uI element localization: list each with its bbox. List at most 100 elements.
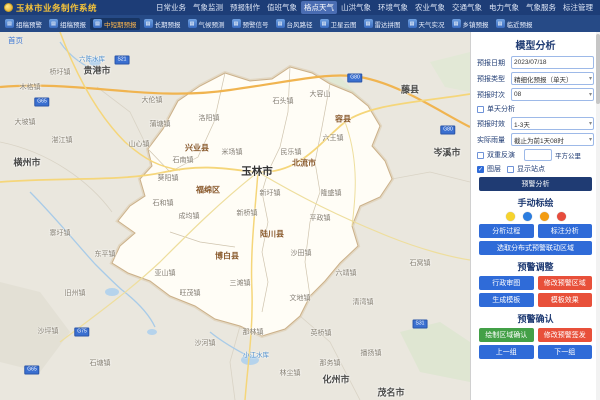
forecast-time-label: 预报时次 (477, 90, 511, 100)
toolbar-tab-label: 组稿预报 (60, 19, 86, 29)
nav-item-3[interactable]: 值班气象 (264, 1, 300, 14)
draw-color-dot-3[interactable] (557, 212, 566, 221)
buffer-unit: 平方公里 (555, 150, 581, 160)
nav-item-11[interactable]: 标注管理 (560, 1, 596, 14)
confirm-draw-button[interactable]: 绘制区域确认 (479, 328, 534, 342)
chevron-down-icon: ▾ (589, 136, 592, 143)
region-button-row: 选取分布式预警联动区域 (477, 241, 594, 255)
nav-item-6[interactable]: 环境气象 (375, 1, 411, 14)
validity-select[interactable]: 1-3天 ▾ (511, 117, 594, 130)
buffer-row: 双重反演 平方公里 (477, 149, 594, 161)
analyze-row: 预警分析 (477, 177, 594, 191)
toolbar-tab-7[interactable]: ▤卫星云图 (317, 18, 360, 30)
buffer-checkbox[interactable] (477, 152, 484, 159)
draw-color-dot-2[interactable] (540, 212, 549, 221)
document-icon: ▤ (320, 19, 329, 28)
toolbar-tab-1[interactable]: ▤组稿预报 (46, 18, 89, 30)
layer-checkbox[interactable] (477, 166, 484, 173)
toolbar-tab-3[interactable]: ▤长期预报 (141, 18, 184, 30)
toolbar-tab-11[interactable]: ▤临近预报 (493, 18, 536, 30)
toolbar-tab-2[interactable]: ▤中短期预报 (90, 18, 140, 30)
toolbar-tab-label: 组稿预警 (16, 19, 42, 29)
toolbar-tab-label: 雷达拼图 (375, 19, 401, 29)
next-group-button[interactable]: 下一组 (538, 345, 593, 359)
analysis-process-button[interactable]: 分析过程 (479, 224, 534, 238)
road-shield-icon: G75 (74, 328, 89, 337)
nav-item-4[interactable]: 格点天气 (301, 1, 337, 14)
warning-analyze-button[interactable]: 预警分析 (479, 177, 592, 191)
nav-item-8[interactable]: 交通气象 (449, 1, 485, 14)
forecast-time-value: 08 (514, 91, 521, 98)
app-logo-icon (4, 3, 13, 12)
single-day-checkbox[interactable] (477, 106, 484, 113)
panel-scrollbar-thumb[interactable] (596, 34, 600, 104)
chevron-down-icon: ▾ (589, 75, 592, 82)
toolbar-tab-10[interactable]: ▤乡镇预报 (449, 18, 492, 30)
base-map (0, 32, 470, 400)
draw-color-dot-0[interactable] (506, 212, 515, 221)
nav-item-0[interactable]: 日常业务 (153, 1, 189, 14)
toolbar-tab-4[interactable]: ▤气候预测 (185, 18, 228, 30)
document-icon: ▤ (232, 19, 241, 28)
app-logo: 玉林市业务制作系统 (4, 2, 97, 14)
module-toolbar: ▤组稿预警▤组稿预报▤中短期预报▤长期预报▤气候预测▤预警信号▤台风路径▤卫星云… (0, 15, 600, 32)
chevron-down-icon: ▾ (589, 91, 592, 98)
single-day-row: 单天分析 (477, 104, 594, 114)
forecast-date-label: 预报日期 (477, 58, 511, 68)
forecast-date-input[interactable]: 2023/07/18 (511, 56, 594, 69)
layer-label: 图层 (487, 164, 501, 174)
toolbar-tab-6[interactable]: ▤台风路径 (273, 18, 316, 30)
breadcrumb[interactable]: 首页 (8, 35, 23, 46)
document-icon: ▤ (452, 19, 461, 28)
draw-colors (471, 212, 600, 221)
draw-color-dot-1[interactable] (523, 212, 532, 221)
nav-item-1[interactable]: 气象监测 (190, 1, 226, 14)
map-canvas[interactable]: 首页 (0, 32, 470, 400)
forecast-type-label: 预报类型 (477, 74, 511, 84)
linked-region-button[interactable]: 选取分布式预警联动区域 (479, 241, 592, 255)
forecast-time-row: 预报时次 08 ▾ (477, 88, 594, 101)
rain-select[interactable]: 截止为前1天08时 ▾ (511, 133, 594, 146)
buffer-label: 双重反演 (487, 150, 515, 160)
prev-group-button[interactable]: 上一组 (479, 345, 534, 359)
road-shield-icon: S31 (413, 320, 428, 329)
toolbar-tab-9[interactable]: ▤天气实况 (405, 18, 448, 30)
rain-label: 实际雨量 (477, 135, 511, 145)
app-title: 玉林市业务制作系统 (16, 2, 97, 14)
content-area: 首页 (0, 32, 600, 400)
template-effect-button[interactable]: 模板效果 (538, 293, 593, 307)
road-shield-icon: G80 (440, 126, 455, 135)
toolbar-tab-0[interactable]: ▤组稿预警 (2, 18, 45, 30)
validity-row: 预报时效 1-3天 ▾ (477, 117, 594, 130)
layers-row: 图层 显示站点 (477, 164, 594, 174)
modify-issue-button[interactable]: 修改预警签发 (538, 328, 593, 342)
nav-item-7[interactable]: 农业气象 (412, 1, 448, 14)
admin-review-button[interactable]: 行政审图 (479, 276, 534, 290)
panel-scrollbar (596, 32, 600, 400)
nav-item-9[interactable]: 电力气象 (486, 1, 522, 14)
toolbar-tab-5[interactable]: ▤预警信号 (229, 18, 272, 30)
rain-value: 截止为前1天08时 (514, 135, 564, 145)
panel-title: 模型分析 (471, 37, 600, 52)
modify-region-button[interactable]: 修改预警区域 (538, 276, 593, 290)
generate-template-button[interactable]: 生成模板 (479, 293, 534, 307)
document-icon: ▤ (276, 19, 285, 28)
forecast-type-select[interactable]: 精细化预报（单天） ▾ (511, 72, 594, 85)
road-shield-icon: G65 (34, 98, 49, 107)
nav-item-10[interactable]: 气象服务 (523, 1, 559, 14)
nav-item-2[interactable]: 预报制作 (227, 1, 263, 14)
station-checkbox[interactable] (507, 166, 514, 173)
document-icon: ▤ (144, 19, 153, 28)
confirm-row-2: 上一组 下一组 (477, 345, 594, 359)
warning-adjust-section-title: 预警调整 (471, 260, 600, 273)
single-day-label: 单天分析 (487, 104, 515, 114)
buffer-input[interactable] (524, 149, 552, 161)
toolbar-tab-8[interactable]: ▤雷达拼图 (361, 18, 404, 30)
nav-item-5[interactable]: 山洪气象 (338, 1, 374, 14)
forecast-time-select[interactable]: 08 ▾ (511, 88, 594, 101)
road-shield-icon: G65 (24, 366, 39, 375)
station-label: 显示站点 (517, 164, 545, 174)
document-icon: ▤ (364, 19, 373, 28)
document-icon: ▤ (496, 19, 505, 28)
annotate-analysis-button[interactable]: 标注分析 (538, 224, 593, 238)
